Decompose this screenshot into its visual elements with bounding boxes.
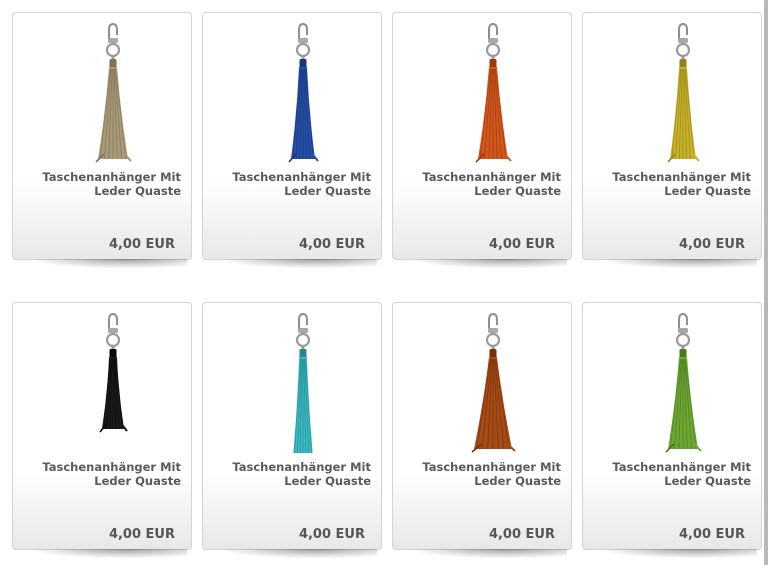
product-price: 4,00 EUR — [488, 237, 555, 252]
product-price: 4,00 EUR — [488, 527, 555, 542]
product-title[interactable]: Taschenanhänger Mit Leder Quaste — [401, 460, 561, 488]
product-price: 4,00 EUR — [108, 237, 175, 252]
tassel-keychain-icon — [665, 312, 702, 453]
product-title[interactable]: Taschenanhänger Mit Leder Quaste — [21, 170, 181, 198]
product-card[interactable]: Taschenanhänger Mit Leder Quaste 4,00 EU… — [392, 12, 573, 268]
product-image[interactable] — [13, 303, 193, 453]
product-card[interactable]: Taschenanhänger Mit Leder Quaste 4,00 EU… — [202, 12, 383, 268]
tassel-keychain-icon — [99, 312, 128, 433]
product-grid: Taschenanhänger Mit Leder Quaste 4,00 EU… — [0, 0, 770, 565]
tassel-keychain-icon — [95, 22, 132, 163]
product-title[interactable]: Taschenanhänger Mit Leder Quaste — [591, 460, 751, 488]
product-title[interactable]: Taschenanhänger Mit Leder Quaste — [591, 170, 751, 198]
tassel-keychain-icon — [471, 312, 516, 453]
product-title[interactable]: Taschenanhänger Mit Leder Quaste — [211, 170, 371, 198]
product-title[interactable]: Taschenanhänger Mit Leder Quaste — [211, 460, 371, 488]
product-image[interactable] — [203, 303, 383, 453]
product-price: 4,00 EUR — [678, 527, 745, 542]
product-card[interactable]: Taschenanhänger Mit Leder Quaste 4,00 EU… — [392, 302, 573, 558]
product-card[interactable]: Taschenanhänger Mit Leder Quaste 4,00 EU… — [582, 12, 763, 268]
product-image[interactable] — [393, 13, 573, 163]
product-image[interactable] — [393, 303, 573, 453]
tassel-keychain-icon — [667, 22, 700, 163]
product-title[interactable]: Taschenanhänger Mit Leder Quaste — [21, 460, 181, 488]
product-price: 4,00 EUR — [298, 527, 365, 542]
tassel-keychain-icon — [475, 22, 512, 163]
product-price: 4,00 EUR — [678, 237, 745, 252]
tassel-keychain-icon — [293, 312, 313, 453]
product-card[interactable]: Taschenanhänger Mit Leder Quaste 4,00 EU… — [582, 302, 763, 558]
product-card[interactable]: Taschenanhänger Mit Leder Quaste 4,00 EU… — [12, 302, 193, 558]
product-card[interactable]: Taschenanhänger Mit Leder Quaste 4,00 EU… — [12, 12, 193, 268]
product-image[interactable] — [583, 13, 763, 163]
product-price: 4,00 EUR — [298, 237, 365, 252]
product-title[interactable]: Taschenanhänger Mit Leder Quaste — [401, 170, 561, 198]
product-price: 4,00 EUR — [108, 527, 175, 542]
tassel-keychain-icon — [288, 22, 319, 163]
product-card[interactable]: Taschenanhänger Mit Leder Quaste 4,00 EU… — [202, 302, 383, 558]
product-image[interactable] — [13, 13, 193, 163]
scrollbar-edge[interactable] — [764, 0, 768, 565]
product-image[interactable] — [583, 303, 763, 453]
product-image[interactable] — [203, 13, 383, 163]
